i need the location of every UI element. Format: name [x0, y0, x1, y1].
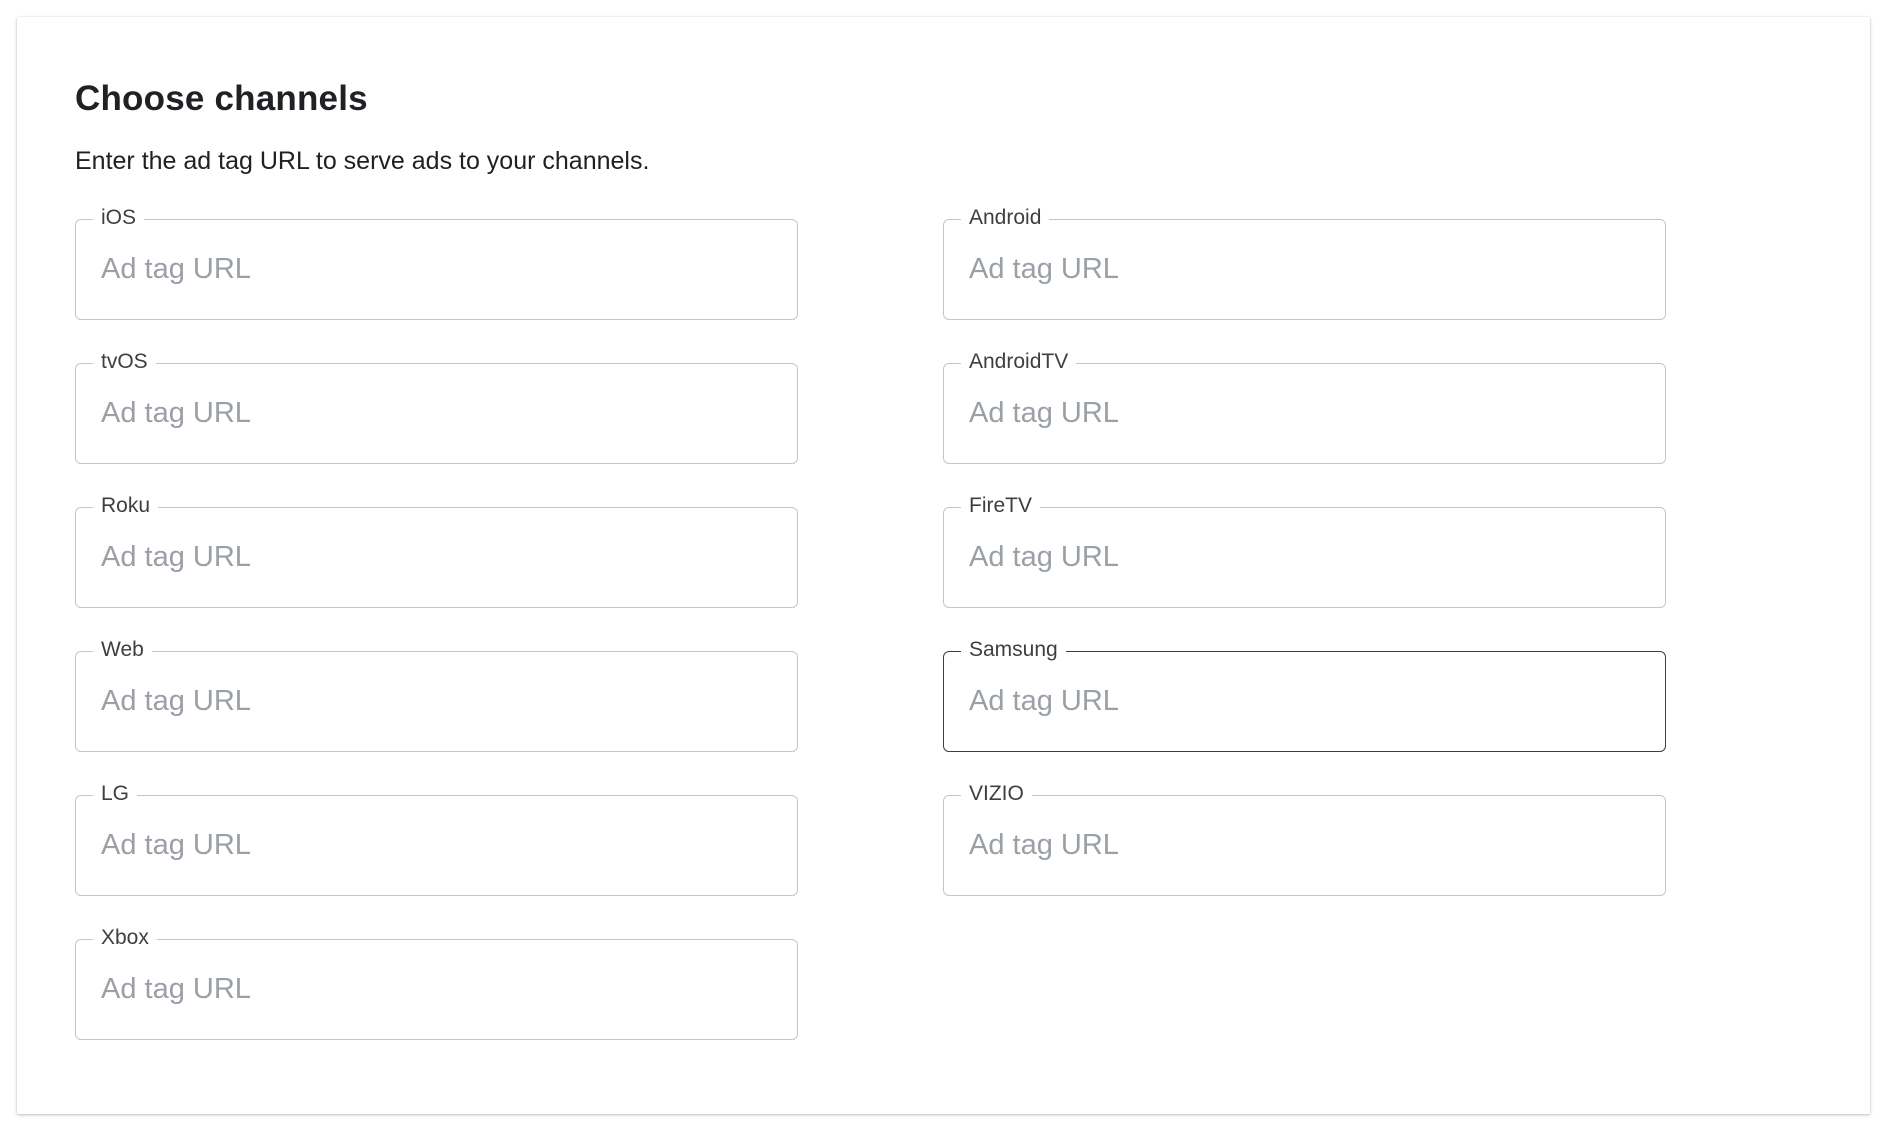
web-field[interactable]: Web: [75, 636, 798, 752]
xbox-field-label: Xbox: [93, 924, 157, 952]
firetv-ad-tag-input[interactable]: [969, 534, 1629, 580]
firetv-field-label: FireTV: [961, 492, 1040, 520]
samsung-field[interactable]: Samsung: [943, 636, 1666, 752]
lg-ad-tag-input[interactable]: [101, 822, 761, 868]
roku-field-label: Roku: [93, 492, 159, 520]
androidtv-ad-tag-input[interactable]: [969, 390, 1629, 436]
lg-field-label: LG: [93, 780, 138, 808]
androidtv-field-label: AndroidTV: [961, 348, 1077, 376]
channels-card: Choose channels Enter the ad tag URL to …: [17, 17, 1870, 1114]
vizio-field-label: VIZIO: [961, 780, 1032, 808]
roku-field[interactable]: Roku: [75, 492, 798, 608]
page-subtitle: Enter the ad tag URL to serve ads to you…: [75, 147, 650, 175]
page-title: Choose channels: [75, 79, 368, 118]
ios-field[interactable]: iOS: [75, 204, 798, 320]
web-field-label: Web: [93, 636, 152, 664]
tvos-ad-tag-input[interactable]: [101, 390, 761, 436]
samsung-field-label: Samsung: [961, 636, 1066, 664]
tvos-field-label: tvOS: [93, 348, 156, 376]
firetv-field[interactable]: FireTV: [943, 492, 1666, 608]
android-field[interactable]: Android: [943, 204, 1666, 320]
androidtv-field[interactable]: AndroidTV: [943, 348, 1666, 464]
samsung-ad-tag-input[interactable]: [969, 678, 1629, 724]
android-ad-tag-input[interactable]: [969, 246, 1629, 292]
vizio-field[interactable]: VIZIO: [943, 780, 1666, 896]
tvos-field[interactable]: tvOS: [75, 348, 798, 464]
web-ad-tag-input[interactable]: [101, 678, 761, 724]
ios-field-label: iOS: [93, 204, 145, 232]
lg-field[interactable]: LG: [75, 780, 798, 896]
xbox-ad-tag-input[interactable]: [101, 966, 761, 1012]
roku-ad-tag-input[interactable]: [101, 534, 761, 580]
vizio-ad-tag-input[interactable]: [969, 822, 1629, 868]
xbox-field[interactable]: Xbox: [75, 924, 798, 1040]
ios-ad-tag-input[interactable]: [101, 246, 761, 292]
android-field-label: Android: [961, 204, 1050, 232]
